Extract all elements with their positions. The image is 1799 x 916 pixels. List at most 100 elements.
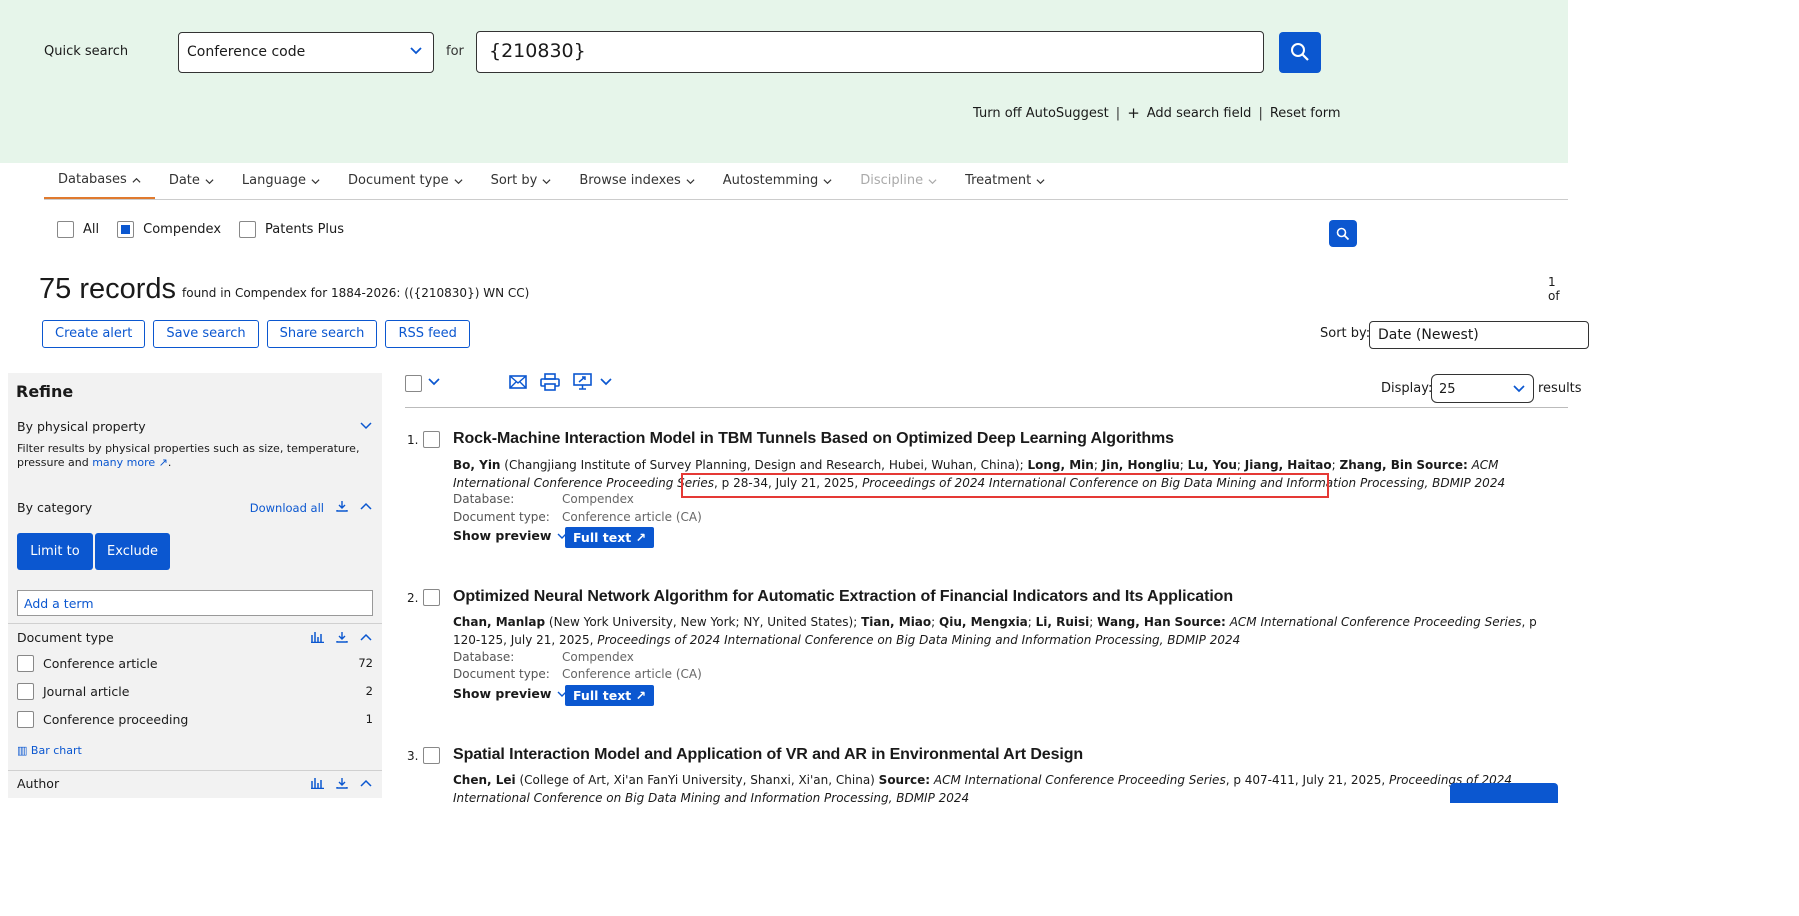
search-input[interactable]: {210830} — [476, 31, 1264, 73]
tab-language[interactable]: Language — [228, 163, 334, 199]
checkbox[interactable] — [239, 221, 257, 238]
checkbox[interactable] — [17, 710, 34, 728]
result-title[interactable]: Spatial Interaction Model and Applicatio… — [453, 746, 1083, 764]
chevron-up-icon — [132, 177, 141, 183]
author-actions — [311, 777, 372, 793]
period: . — [167, 456, 172, 469]
records-query-summary: found in Compendex for 1884-2026: (({210… — [182, 286, 530, 300]
bar-chart-icon[interactable] — [311, 777, 324, 793]
add-search-field-link[interactable]: Add search field — [1147, 106, 1252, 121]
tab-date[interactable]: Date — [155, 163, 228, 199]
result-checkbox[interactable] — [423, 589, 440, 606]
many-more-link[interactable]: many more — [92, 456, 155, 469]
facet-label: Conference article — [43, 655, 158, 671]
db-patents-plus[interactable]: Patents Plus — [239, 221, 344, 238]
create-alert-button[interactable]: Create alert — [42, 320, 146, 348]
meta-key: Database: — [453, 492, 515, 506]
search-field-select[interactable]: Conference code — [178, 32, 434, 73]
facet-conference-proceeding[interactable]: Conference proceeding 1 — [17, 709, 373, 729]
email-icon[interactable] — [509, 374, 527, 394]
download-icon[interactable] — [336, 777, 348, 793]
add-term-placeholder: Add a term — [24, 596, 94, 611]
tab-document-type[interactable]: Document type — [334, 163, 477, 199]
add-term-input[interactable]: Add a term — [17, 590, 373, 616]
search-button[interactable] — [1279, 32, 1321, 73]
facet-conference-article[interactable]: Conference article 72 — [17, 653, 373, 673]
chevron-down-icon — [1513, 385, 1525, 393]
tab-autostemming[interactable]: Autostemming — [709, 163, 846, 199]
chevron-up-icon[interactable] — [360, 501, 372, 516]
search-actions: Create alert Save search Share search RS… — [42, 320, 470, 348]
chevron-down-icon — [928, 178, 937, 184]
database-search-button[interactable] — [1329, 220, 1357, 247]
for-label: for — [446, 44, 464, 59]
external-link-icon: ↗ — [635, 688, 647, 703]
checkbox[interactable] — [17, 654, 34, 672]
separator: | — [1258, 105, 1263, 121]
sort-by-select[interactable]: Date (Newest) — [1369, 321, 1589, 349]
result-checkbox[interactable] — [423, 431, 440, 448]
result-title[interactable]: Rock-Machine Interaction Model in TBM Tu… — [453, 430, 1174, 448]
share-search-button[interactable]: Share search — [266, 320, 378, 348]
physical-property-heading[interactable]: By physical property — [17, 419, 146, 434]
chevron-up-icon[interactable] — [360, 632, 372, 647]
exclude-button[interactable]: Exclude — [95, 533, 170, 570]
chevron-up-icon[interactable] — [360, 778, 372, 793]
chevron-down-icon — [454, 178, 463, 184]
tab-label: Treatment — [965, 173, 1032, 188]
description-text: Filter results by physical properties su… — [17, 442, 360, 469]
facet-journal-article[interactable]: Journal article 2 — [17, 681, 373, 701]
show-preview-label: Show preview — [453, 528, 552, 543]
search-query: {210830} — [489, 40, 586, 62]
bar-chart-link[interactable]: ▥ Bar chart — [17, 744, 82, 757]
limit-to-button[interactable]: Limit to — [17, 533, 93, 570]
meta-key: Database: — [453, 650, 515, 664]
db-all[interactable]: All — [57, 221, 99, 238]
autosuggest-toggle[interactable]: Turn off AutoSuggest — [973, 106, 1109, 121]
checkbox[interactable] — [57, 221, 74, 238]
divider — [8, 770, 382, 771]
show-preview-toggle[interactable]: Show preview — [453, 686, 567, 701]
save-search-button[interactable]: Save search — [153, 320, 259, 348]
tab-label: Databases — [58, 172, 127, 187]
chevron-down-icon[interactable] — [427, 376, 441, 392]
download-all-link[interactable]: Download all — [250, 501, 324, 515]
meta-value: Compendex — [562, 492, 634, 506]
tab-label: Document type — [348, 173, 449, 188]
select-all-checkbox[interactable] — [405, 375, 422, 392]
checkbox[interactable] — [17, 682, 34, 700]
result-title[interactable]: Optimized Neural Network Algorithm for A… — [453, 588, 1233, 606]
tab-databases[interactable]: Databases — [44, 163, 155, 199]
print-icon[interactable] — [540, 373, 560, 395]
show-preview-toggle[interactable]: Show preview — [453, 528, 567, 543]
highlight-box — [681, 473, 1329, 498]
full-text-button[interactable]: Full text ↗ — [565, 685, 655, 706]
category-heading: By category — [17, 500, 93, 515]
download-icon[interactable] — [336, 631, 348, 647]
db-compendex[interactable]: Compendex — [117, 221, 221, 238]
chevron-down-icon — [823, 178, 832, 184]
display-select[interactable]: 25 — [1431, 374, 1534, 403]
result-checkbox[interactable] — [423, 747, 440, 764]
export-icon[interactable] — [573, 373, 592, 394]
rss-feed-button[interactable]: RSS feed — [385, 320, 470, 348]
result-number: 1. — [407, 433, 419, 447]
full-text-button[interactable]: Full text ↗ — [565, 527, 655, 548]
feedback-button[interactable] — [1450, 783, 1558, 803]
db-label: Compendex — [143, 222, 222, 237]
reset-form-link[interactable]: Reset form — [1270, 106, 1341, 121]
meta-value: Compendex — [562, 650, 634, 664]
checkbox-checked[interactable] — [117, 221, 135, 238]
results-suffix: results — [1538, 381, 1582, 396]
tab-treatment[interactable]: Treatment — [951, 163, 1059, 199]
category-actions: Download all — [250, 500, 372, 516]
bar-chart-icon[interactable] — [311, 631, 324, 647]
download-icon[interactable] — [336, 500, 348, 516]
result-authors-source: Chan, Manlap (New York University, New Y… — [453, 615, 1537, 647]
chevron-down-icon — [311, 178, 320, 184]
tab-sort-by[interactable]: Sort by — [477, 163, 566, 199]
tab-browse-indexes[interactable]: Browse indexes — [565, 163, 708, 199]
chevron-down-icon[interactable] — [360, 420, 372, 435]
result-database: Database: Compendex — [453, 650, 634, 664]
chevron-down-icon[interactable] — [599, 376, 613, 392]
